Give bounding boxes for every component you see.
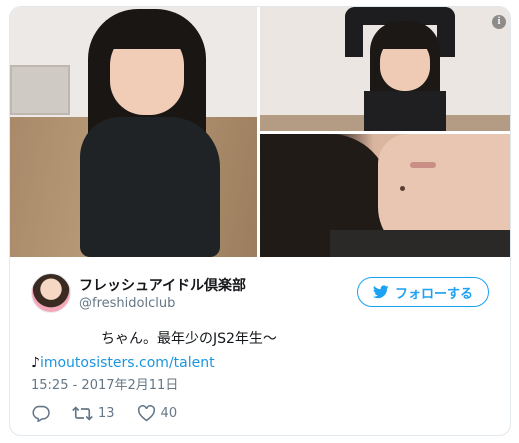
like-count: 40 xyxy=(160,405,178,421)
photo-top-right[interactable]: i xyxy=(260,7,510,131)
photo-subject-mole xyxy=(400,186,405,191)
twitter-bird-icon xyxy=(372,285,389,299)
follow-button[interactable]: フォローする xyxy=(357,277,489,307)
info-icon[interactable]: i xyxy=(492,15,506,29)
photo-bottom-right[interactable] xyxy=(260,134,510,257)
photo-subject-bangs xyxy=(378,31,432,49)
music-note-glyph: ♪ xyxy=(31,355,40,371)
avatar[interactable] xyxy=(31,273,71,313)
photo-subject-body xyxy=(80,117,220,257)
tweet-header: フレッシュアイドル倶楽部 @freshidolclub フォローする xyxy=(10,271,510,315)
photo-subject-bangs xyxy=(106,21,188,49)
photo-shelf xyxy=(10,65,70,115)
tweet-card: i フレッシュアイドル倶楽部 @freshidolclub フォローする ちゃん… xyxy=(9,6,511,436)
photo-subject-shirt xyxy=(330,230,510,257)
tweet-link[interactable]: imoutosisters.com/talent xyxy=(40,355,215,371)
retweet-button[interactable]: 13 xyxy=(72,406,115,421)
heart-icon xyxy=(137,404,155,421)
photo-subject-lips xyxy=(410,162,436,168)
tweet-text-line: ちゃん。最年少のJS2年生〜 xyxy=(101,331,277,347)
author-display-name[interactable]: フレッシュアイドル倶楽部 xyxy=(79,275,246,295)
reply-button[interactable] xyxy=(31,405,50,422)
like-button[interactable]: 40 xyxy=(137,404,178,422)
media-grid: i xyxy=(10,7,510,257)
photo-main[interactable] xyxy=(10,7,257,257)
reply-icon xyxy=(32,405,50,422)
retweet-count: 13 xyxy=(98,405,115,421)
follow-button-label: フォローする xyxy=(394,286,473,302)
photo-subject-body xyxy=(364,91,446,131)
tweet-actions: 13 40 xyxy=(31,402,199,424)
tweet-timestamp[interactable]: 15:25 - 2017年2月11日 xyxy=(31,374,178,393)
tweet-text: ちゃん。最年少のJS2年生〜 ♪imoutosisters.com/talent xyxy=(31,329,501,373)
retweet-icon xyxy=(72,405,93,421)
author-handle[interactable]: @freshidolclub xyxy=(79,296,175,311)
tweet-link-line: ♪imoutosisters.com/talent xyxy=(31,353,501,373)
